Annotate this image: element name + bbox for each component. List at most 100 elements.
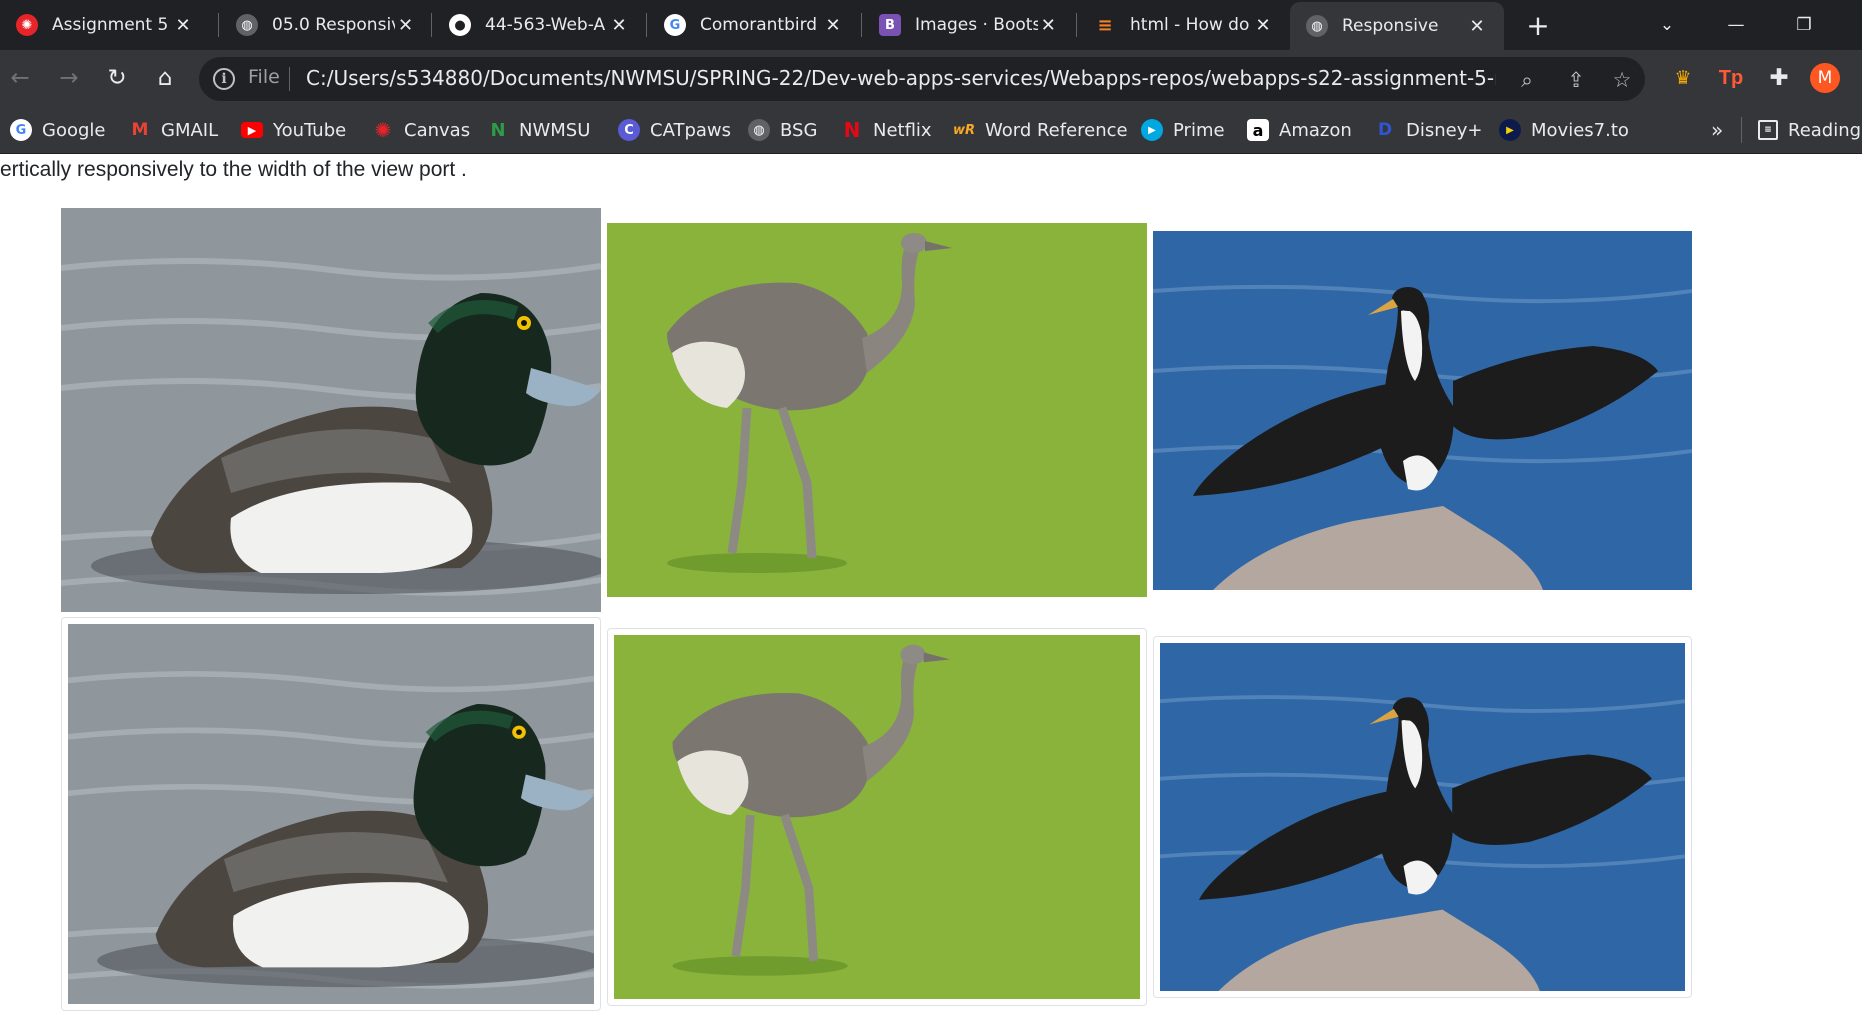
bookmarks-overflow-button[interactable]: » [1711,113,1723,147]
url-scheme: File [248,66,280,88]
close-icon[interactable]: ✕ [395,14,416,36]
tab-separator [218,13,219,37]
bookmark-catpaws[interactable]: C CATpaws [618,113,731,147]
tab-separator [1076,13,1077,37]
extensions-puzzle-icon[interactable]: ✚ [1762,61,1796,95]
bookmark-prime[interactable]: ▶ Prime [1141,113,1225,147]
cormorant-image [1153,231,1692,590]
forward-icon[interactable]: → [52,61,86,95]
tab-label: 44-563-Web-A [485,15,606,35]
close-icon[interactable]: ✕ [1252,14,1274,36]
tab-stackoverflow[interactable]: ≡ html - How do ✕ [1078,0,1290,50]
tab-github[interactable]: ● 44-563-Web-A ✕ [433,0,646,50]
close-icon[interactable]: ✕ [1038,14,1059,36]
tab-label: Images · Boots [915,15,1038,35]
bookmark-nwmsu[interactable]: N NWMSU [487,113,590,147]
bookmark-label: Amazon [1279,119,1352,141]
home-icon[interactable]: ⌂ [148,61,182,95]
bookmark-label: Disney+ [1406,119,1483,141]
tab-separator [861,13,862,37]
tab-label: html - How do [1130,15,1250,35]
bookmark-disney[interactable]: D Disney+ [1374,113,1483,147]
profile-avatar[interactable]: M [1810,63,1840,93]
rhea-image [607,223,1147,597]
bookmark-label: Prime [1173,119,1225,141]
url-text[interactable]: C:/Users/s534880/Documents/NWMSU/SPRING-… [306,66,1496,90]
bookmark-amazon[interactable]: a Amazon [1247,113,1352,147]
globe-icon: ◍ [1306,15,1328,37]
github-icon: ● [449,14,471,36]
tab-separator [431,13,432,37]
canvas-icon: ✺ [16,14,38,36]
gmail-icon: M [131,120,149,140]
close-icon[interactable]: ✕ [172,14,194,36]
bookmark-google[interactable]: G Google [10,113,105,147]
bookmark-star-icon[interactable]: ☆ [1606,64,1638,96]
reading-list-label: Reading [1788,119,1862,141]
close-icon[interactable]: ✕ [1466,15,1488,37]
tab-label: 05.0 Responsiv [272,15,396,35]
bookmark-label: YouTube [273,119,347,141]
tab-label: Responsive [1342,16,1439,36]
new-tab-button[interactable]: + [1522,9,1554,42]
close-icon[interactable]: ✕ [608,14,630,36]
bookmark-canvas[interactable]: ✺ Canvas [372,113,470,147]
cormorant-thumbnail-photo [1160,643,1685,991]
bootstrap-icon: B [879,14,901,36]
info-icon[interactable]: i [213,68,235,90]
wordreference-icon: wR [952,122,976,138]
tab-search-icon[interactable]: ⌄ [1645,8,1689,42]
tab-label: Assignment 5 [52,15,169,35]
bookmark-label: Canvas [404,119,471,141]
minimize-icon[interactable]: — [1714,8,1758,42]
youtube-icon: ▶ [241,122,263,138]
bookmark-label: GMAIL [161,119,219,141]
bookmark-youtube[interactable]: ▶ YouTube [241,113,346,147]
tab-separator [646,13,647,37]
bookmarks-divider [1741,117,1742,143]
reading-list-button[interactable]: ≡ Reading [1758,113,1861,147]
tab-responsive-lesson[interactable]: ◍ 05.0 Responsiv ✕ [220,0,432,50]
bookmark-label: Movies7.to [1531,119,1629,141]
cormorant-thumbnail-image [1153,636,1692,998]
google-icon: G [664,14,686,36]
crown-extension-icon[interactable]: ♛ [1666,61,1700,95]
zoom-icon[interactable]: ⌕ [1511,64,1543,96]
close-icon[interactable]: ✕ [822,14,844,36]
rhea-thumbnail-photo [614,635,1140,999]
restore-icon[interactable]: ❐ [1782,8,1826,42]
bookmark-label: NWMSU [519,119,591,141]
bookmark-label: Word Reference [985,119,1128,141]
bookmark-label: BSG [780,119,818,141]
movies7-icon: ▶ [1499,119,1521,141]
canvas-icon: ✺ [374,118,392,142]
reload-icon[interactable]: ↻ [100,61,134,95]
duck-thumbnail-photo [68,624,594,1004]
google-icon: G [10,119,32,141]
bookmark-word-reference[interactable]: wR Word Reference [953,113,1128,147]
bookmark-label: CATpaws [650,119,732,141]
tab-responsive-active[interactable]: ◍ Responsive ✕ [1290,2,1504,50]
rhea-thumbnail-image [607,628,1147,1006]
bookmark-label: Google [42,119,106,141]
bookmark-gmail[interactable]: M GMAIL [129,113,219,147]
duck-image [61,208,601,612]
globe-icon: ◍ [236,14,258,36]
prime-icon: ▶ [1141,119,1163,141]
disney-icon: D [1377,120,1393,140]
bookmark-netflix[interactable]: N Netflix [841,113,932,147]
bookmark-bsg[interactable]: ◍ BSG [748,113,817,147]
tab-comorantbird[interactable]: G Comorantbird ✕ [648,0,860,50]
stackoverflow-icon: ≡ [1097,14,1113,36]
tp-extension-icon[interactable]: Tp [1714,61,1748,95]
bookmark-label: Netflix [873,119,932,141]
nwmsu-icon: N [490,119,506,141]
back-icon[interactable]: ← [3,61,37,95]
bookmark-movies7[interactable]: ▶ Movies7.to [1499,113,1629,147]
amazon-icon: a [1247,119,1269,141]
tab-bootstrap-images[interactable]: B Images · Boots ✕ [863,0,1075,50]
share-icon[interactable]: ⇪ [1560,64,1592,96]
globe-icon: ◍ [748,119,770,141]
tab-assignment-5[interactable]: ✺ Assignment 5 ✕ [0,0,210,50]
tab-label: Comorantbird [700,15,818,35]
